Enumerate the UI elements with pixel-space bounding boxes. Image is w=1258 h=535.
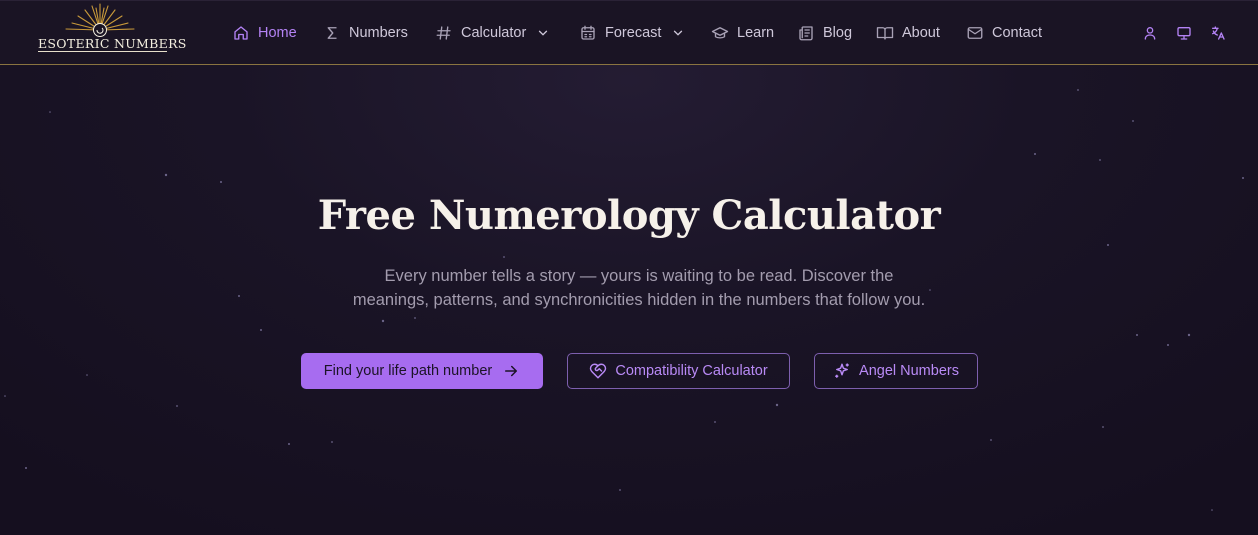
chevron-down-icon [539,30,548,36]
nav-learn-label: Learn [737,25,775,41]
nav-forecast[interactable]: Forecast [579,23,685,43]
nav-about-label: About [902,25,940,41]
site-header: ESOTERIC NUMBERS Home Numbers Calculator… [0,0,1258,65]
nav-numbers-label: Numbers [349,25,408,41]
life-path-button-label: Find your life path number [323,363,493,379]
nav-calculator[interactable]: Calculator [435,23,550,43]
compatibility-calculator-button[interactable]: Compatibility Calculator [567,353,790,389]
monitor-icon[interactable] [1176,25,1192,41]
nav-about[interactable]: About [876,23,940,43]
sigma-icon [327,27,337,39]
nav-blog-label: Blog [823,25,853,41]
angel-numbers-button-label: Angel Numbers [859,363,959,379]
compatibility-button-label: Compatibility Calculator [615,363,768,379]
page-title: Free Numerology Calculator [317,192,941,239]
home-icon [234,26,248,40]
book-open-icon [876,27,894,40]
brand-name: ESOTERIC NUMBERS [38,36,187,51]
nav-home[interactable]: Home [232,23,297,43]
calendar-icon [581,25,595,40]
graduation-cap-icon [711,27,729,39]
newspaper-icon [799,26,813,41]
nav-calculator-label: Calculator [461,25,527,41]
mail-icon [967,27,983,39]
nav-contact[interactable]: Contact [966,23,1042,43]
chevron-down-icon [674,30,683,36]
brand-underline [38,51,167,52]
user-icon[interactable] [1142,25,1158,41]
nav-contact-label: Contact [992,25,1042,41]
angel-numbers-button[interactable]: Angel Numbers [814,353,978,389]
heart-handshake-icon [590,363,607,379]
hero-subtitle-line-2: meanings, patterns, and synchronicities … [352,291,926,309]
nav-forecast-label: Forecast [605,25,662,41]
translate-icon[interactable] [1210,25,1226,41]
arrow-right-icon [505,365,518,377]
hash-icon [436,26,451,40]
hero-subtitle-line-1: Every number tells a story — yours is wa… [384,267,894,285]
nav-learn[interactable]: Learn [711,23,774,43]
nav-blog[interactable]: Blog [797,23,852,43]
life-path-button[interactable]: Find your life path number [301,353,543,389]
sparkles-icon [835,363,849,378]
hero-subtitle: Every number tells a story — yours is wa… [300,264,978,312]
nav-numbers[interactable]: Numbers [323,23,408,43]
nav-home-label: Home [258,25,297,41]
